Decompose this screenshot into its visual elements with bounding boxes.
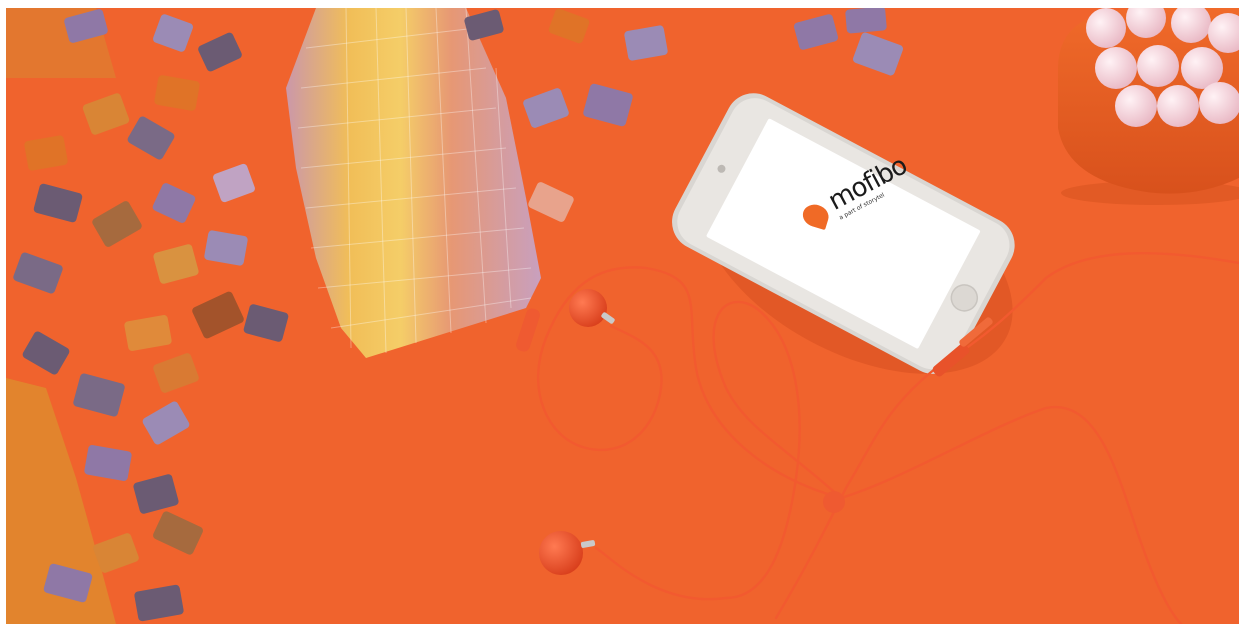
scene-illustration [6, 8, 1239, 624]
earbud-top [569, 289, 615, 327]
cable-remote [516, 308, 540, 352]
marshmallow-bowl [1058, 8, 1239, 205]
earbud-bottom [539, 531, 596, 575]
photo-frame: mofibo a part of storytel [6, 8, 1239, 624]
assembled-puzzle [286, 8, 541, 358]
cable-splitter [823, 491, 845, 513]
